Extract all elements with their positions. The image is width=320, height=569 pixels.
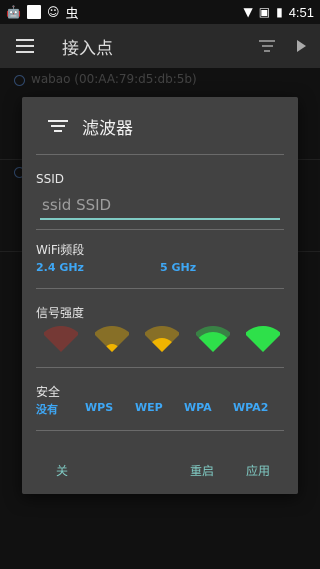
security-label: 安全 [36,385,61,399]
android-icon: 🤖 [6,5,21,19]
divider [36,288,284,289]
divider [36,229,284,230]
security-options: 没有 WPS WEP WPA WPA2 [36,401,268,417]
filter-dialog: 滤波器 SSID WiFi频段 2.4 GHz 5 GHz 信号强度 安全 没有… [22,97,298,494]
security-option-wep[interactable]: WEP [135,401,184,417]
toolbar-title: 接入点 [62,38,113,59]
signal-strength-options [44,325,280,353]
play-icon[interactable] [297,40,306,52]
battery-icon: ▮ [276,5,283,19]
no-sim-icon: ▣ [258,5,271,19]
clock: 4:51 [288,4,314,20]
menu-icon[interactable] [16,39,34,53]
band-label: WiFi频段 [36,243,85,257]
divider [36,430,284,431]
wifi-status-icon: ▼ [243,5,253,19]
close-button[interactable]: 关 [56,462,68,479]
security-option-wps[interactable]: WPS [85,401,135,417]
signal-level-3-icon[interactable] [195,325,230,353]
band-option-2-4ghz[interactable]: 2.4 GHz [36,261,160,274]
band-options: 2.4 GHz 5 GHz [36,261,196,274]
security-option-wpa2[interactable]: WPA2 [233,401,268,417]
app-icon: ☺ [46,5,60,19]
bug-icon: 虫 [65,6,79,22]
divider [36,154,284,155]
status-bar: 🤖 ☺ 虫 ▼ ▣ ▮ 4:51 [0,0,320,24]
filter-icon [48,120,68,132]
ssid-input[interactable] [40,192,280,220]
signal-level-1-icon[interactable] [94,325,129,353]
app-toolbar: 接入点 [0,24,320,68]
signal-level-4-icon[interactable] [246,325,280,353]
apply-button[interactable]: 应用 [246,462,270,479]
security-option-wpa[interactable]: WPA [184,401,233,417]
reset-button[interactable]: 重启 [190,462,214,479]
band-option-5ghz[interactable]: 5 GHz [160,261,196,274]
signal-label: 信号强度 [36,306,85,320]
signal-level-2-icon[interactable] [145,325,179,353]
dialog-title: 滤波器 [82,118,133,139]
dialog-header: 滤波器 [22,97,298,155]
signal-level-0-icon[interactable] [44,325,78,353]
security-option-none[interactable]: 没有 [36,401,85,417]
filter-icon[interactable] [259,40,275,52]
notification-icon [26,5,41,19]
divider [36,367,284,368]
ssid-label: SSID [36,172,65,186]
